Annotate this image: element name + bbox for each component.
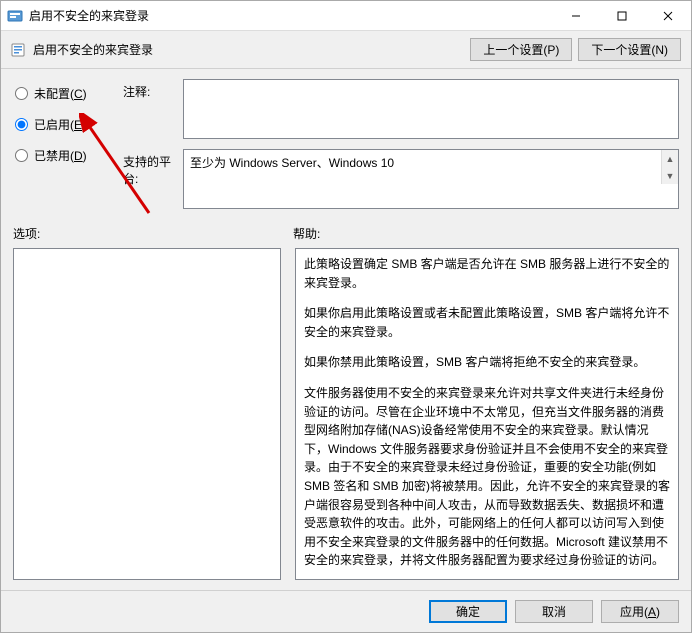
- comment-label: 注释:: [123, 79, 183, 100]
- scroll-down-icon[interactable]: ▼: [662, 167, 678, 184]
- help-text: 文件服务器使用不安全的来宾登录来允许对共享文件夹进行未经身份验证的访问。尽管在企…: [304, 384, 670, 570]
- content-area: 未配置(C) 已启用(E) 已禁用(D) 注释: 支持的平台:: [1, 69, 691, 590]
- options-label: 选项:: [13, 225, 293, 242]
- subheader: 启用不安全的来宾登录 上一个设置(P) 下一个设置(N): [1, 31, 691, 69]
- state-radio-group: 未配置(C) 已启用(E) 已禁用(D): [13, 79, 123, 209]
- comment-textarea[interactable]: [183, 79, 679, 139]
- platform-scrollbar[interactable]: ▲ ▼: [661, 150, 678, 184]
- dialog-window: 启用不安全的来宾登录 启用不安全的来宾登录 上一个设置(P) 下一个设置(N) …: [0, 0, 692, 633]
- radio-not-configured[interactable]: [15, 87, 28, 100]
- radio-disabled-label[interactable]: 已禁用(D): [34, 147, 87, 164]
- supported-platform-box: 至少为 Windows Server、Windows 10 ▲ ▼: [183, 149, 679, 209]
- policy-icon: [11, 42, 27, 58]
- help-label: 帮助:: [293, 225, 320, 242]
- radio-disabled[interactable]: [15, 149, 28, 162]
- scroll-up-icon[interactable]: ▲: [662, 150, 678, 167]
- window-title: 启用不安全的来宾登录: [29, 7, 553, 24]
- radio-enabled-label[interactable]: 已启用(E): [34, 116, 86, 133]
- maximize-button[interactable]: [599, 1, 645, 31]
- supported-platform-label: 支持的平台:: [123, 149, 183, 187]
- radio-enabled[interactable]: [15, 118, 28, 131]
- close-button[interactable]: [645, 1, 691, 31]
- previous-setting-button[interactable]: 上一个设置(P): [470, 38, 572, 61]
- help-text: 如果你禁用此策略设置，SMB 客户端将拒绝不安全的来宾登录。: [304, 353, 670, 372]
- radio-not-configured-label[interactable]: 未配置(C): [34, 85, 87, 102]
- help-panel[interactable]: 此策略设置确定 SMB 客户端是否允许在 SMB 服务器上进行不安全的来宾登录。…: [295, 248, 679, 580]
- supported-platform-value: 至少为 Windows Server、Windows 10: [184, 150, 661, 175]
- titlebar: 启用不安全的来宾登录: [1, 1, 691, 31]
- minimize-button[interactable]: [553, 1, 599, 31]
- next-setting-button[interactable]: 下一个设置(N): [578, 38, 681, 61]
- help-text: 此策略设置确定 SMB 客户端是否允许在 SMB 服务器上进行不安全的来宾登录。: [304, 255, 670, 292]
- options-panel[interactable]: [13, 248, 281, 580]
- help-text: 如果你启用此策略设置或者未配置此策略设置，SMB 客户端将允许不安全的来宾登录。: [304, 304, 670, 341]
- app-icon: [7, 8, 23, 24]
- apply-button[interactable]: 应用(A): [601, 600, 679, 623]
- cancel-button[interactable]: 取消: [515, 600, 593, 623]
- dialog-footer: 确定 取消 应用(A): [1, 590, 691, 632]
- ok-button[interactable]: 确定: [429, 600, 507, 623]
- policy-title: 启用不安全的来宾登录: [33, 41, 464, 58]
